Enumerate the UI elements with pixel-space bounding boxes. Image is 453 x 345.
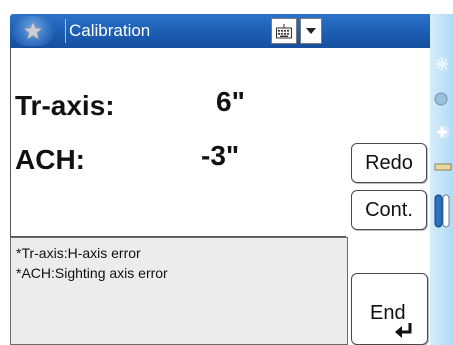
star-icon: [22, 20, 44, 41]
dot-icon: [434, 92, 448, 106]
side-panel: [430, 14, 453, 345]
redo-button[interactable]: Redo: [351, 143, 427, 183]
title-separator: [65, 19, 66, 43]
scroll-handle-icon: [434, 194, 450, 228]
note-tr-axis: *Tr-axis:H-axis error: [16, 245, 141, 261]
calibration-screen: Calibration Tr-axis: 6" ACH: -3" Redo Co…: [0, 0, 453, 345]
end-button[interactable]: End: [351, 273, 428, 345]
ach-value: -3": [201, 140, 240, 171]
tr-axis-value: 6": [216, 86, 245, 117]
chevron-down-icon: [306, 28, 316, 34]
keyboard-icon: [276, 24, 292, 39]
window-title: Calibration: [69, 21, 151, 40]
input-dropdown-button[interactable]: [300, 18, 322, 44]
note-ach: *ACH:Sighting axis error: [16, 265, 168, 281]
title-bar: Calibration: [10, 14, 430, 48]
keyboard-button[interactable]: [271, 18, 297, 44]
tr-axis-label: Tr-axis:: [15, 90, 115, 121]
notes-panel: *Tr-axis:H-axis error *ACH:Sighting axis…: [10, 237, 348, 345]
start-button[interactable]: [12, 16, 54, 46]
sparkle-icon: [435, 57, 449, 71]
reading-panel: Tr-axis: 6" ACH: -3": [10, 48, 346, 237]
enter-arrow-icon: [395, 323, 412, 338]
continue-button[interactable]: Cont.: [351, 190, 427, 230]
pencil-icon: [434, 163, 452, 171]
ach-label: ACH:: [15, 144, 85, 175]
plus-circle-icon: [434, 124, 450, 140]
